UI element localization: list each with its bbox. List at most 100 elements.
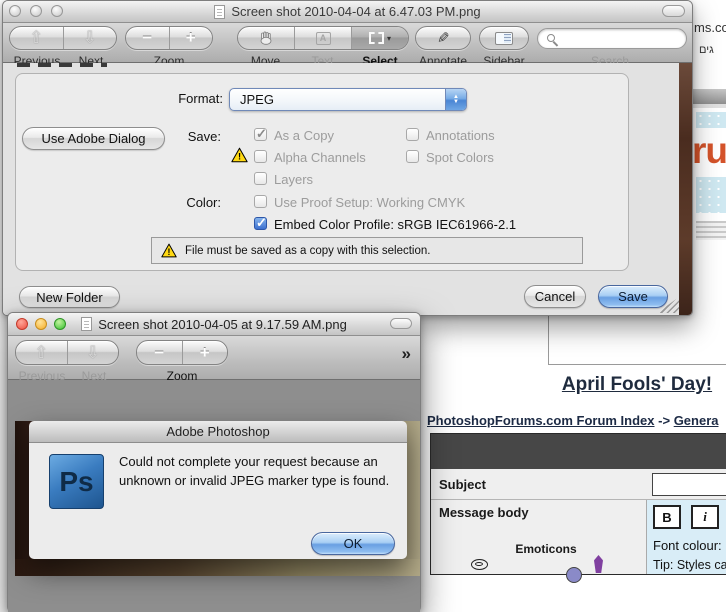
site-logo-fragment: run — [692, 130, 726, 171]
photoshop-error-dialog: Adobe Photoshop Ps Could not complete yo… — [29, 421, 407, 559]
window2-toolbar: ⇧ ⇩ Previous Next − + Zoom » — [8, 336, 420, 383]
minimize-button[interactable] — [30, 5, 42, 17]
window1-titlebar[interactable]: Screen shot 2010-04-04 at 6.47.03 PM.png — [3, 1, 692, 23]
sidebar-button[interactable] — [479, 26, 529, 50]
spot-colors-checkbox[interactable] — [406, 150, 419, 163]
subject-input[interactable] — [652, 473, 726, 496]
bold-button[interactable]: B — [653, 505, 681, 529]
zoom-window-button[interactable] — [54, 318, 66, 330]
alpha-channels-checkbox[interactable] — [254, 150, 267, 163]
embed-color-profile-label: Embed Color Profile: sRGB IEC61966-2.1 — [274, 217, 517, 232]
emoticons-label: Emoticons — [515, 542, 577, 556]
popup-stepper-icon: ▲ ▼ — [445, 89, 466, 110]
message-body-label: Message body — [439, 505, 529, 520]
page-text-fragment — [696, 221, 726, 240]
site-banner-dots-top — [696, 112, 726, 128]
message-body-row: Message body Emoticons B i Font colour: … — [431, 500, 726, 583]
window1-content: Format: JPEG ▲ ▼ Use Adobe Dialog Save: ✓… — [3, 63, 692, 315]
close-button[interactable] — [16, 318, 28, 330]
svg-text:!: ! — [238, 152, 241, 162]
document-icon — [214, 4, 226, 19]
layers-checkbox[interactable] — [254, 172, 267, 185]
format-popup[interactable]: JPEG ▲ ▼ — [229, 88, 467, 111]
zoom-in-icon: + — [185, 28, 196, 47]
italic-button[interactable]: i — [691, 505, 719, 529]
subject-label: Subject — [439, 477, 486, 492]
cancel-button[interactable]: Cancel — [524, 285, 586, 308]
photoshop-app-icon: Ps — [49, 454, 104, 509]
alpha-warning-icon: ! — [231, 147, 248, 163]
annotate-pencil-icon: ✎ — [436, 30, 450, 47]
breadcrumb: PhotoshopForums.com Forum Index -> Gener… — [427, 413, 719, 428]
layers-label: Layers — [274, 172, 314, 187]
zoom-out-button[interactable]: − — [126, 27, 169, 49]
save-section-label: Save: — [187, 129, 221, 144]
window2-titlebar[interactable]: Screen shot 2010-04-05 at 9.17.59 AM.png — [8, 313, 420, 336]
zoom-out-icon: − — [142, 28, 153, 47]
next-button[interactable]: ⇩ — [62, 27, 117, 49]
minimize-button[interactable] — [35, 318, 47, 330]
site-banner-dots-bottom — [696, 177, 726, 213]
emoticon-sprite-icon[interactable] — [594, 555, 603, 573]
select-caret-icon: ▾ — [386, 33, 391, 43]
document-icon — [81, 317, 93, 331]
browser-toolbar-fragment — [693, 89, 726, 104]
annotations-checkbox[interactable] — [406, 128, 419, 141]
check-icon: ✓ — [256, 126, 267, 141]
preview-window-1: Screen shot 2010-04-04 at 6.47.03 PM.png… — [2, 0, 693, 316]
use-proof-setup-label: Use Proof Setup: Working CMYK — [274, 195, 466, 210]
zoom-in-button[interactable]: + — [168, 27, 213, 49]
breadcrumb-section-link[interactable]: Genera — [674, 413, 719, 428]
close-button[interactable] — [9, 5, 21, 17]
sidebar-icon — [495, 31, 513, 45]
emoticon-grin-icon[interactable] — [471, 559, 488, 570]
check-icon: ✓ — [256, 215, 267, 230]
text-tool-icon: A — [315, 31, 331, 45]
bookmark-bar-item[interactable]: גים — [699, 44, 714, 56]
embed-color-profile-checkbox[interactable]: ✓ — [254, 215, 267, 230]
select-tool-button[interactable]: ▾ — [351, 27, 408, 49]
window1-title: Screen shot 2010-04-04 at 6.47.03 PM.png — [231, 4, 481, 19]
zoom-window-button[interactable] — [51, 5, 63, 17]
text-tool-button[interactable]: A — [294, 27, 351, 49]
next-arrow-icon: ⇩ — [85, 342, 100, 362]
alpha-channels-label: Alpha Channels — [274, 150, 366, 165]
error-dialog-titlebar: Adobe Photoshop — [29, 421, 407, 443]
previous-arrow-icon: ⇧ — [29, 28, 44, 47]
zoom-out-button[interactable]: − — [137, 341, 182, 364]
previous-arrow-icon: ⇧ — [34, 342, 49, 362]
zoom-in-button[interactable]: + — [181, 341, 228, 364]
color-section-label: Color: — [186, 195, 221, 210]
annotate-button[interactable]: ✎ — [415, 26, 471, 50]
next-button[interactable]: ⇩ — [66, 341, 119, 364]
error-message: Could not complete your request because … — [119, 454, 390, 488]
previous-button[interactable]: ⇧ — [16, 341, 67, 364]
warning-icon: ! — [161, 243, 177, 258]
as-a-copy-checkbox[interactable]: ✓ — [254, 126, 267, 141]
error-dialog-body: Ps Could not complete your request becau… — [29, 443, 407, 559]
page-heading: April Fools' Day! — [561, 374, 713, 395]
zoom-out-icon: − — [154, 342, 165, 362]
search-input[interactable] — [537, 28, 687, 49]
toolbar-toggle-button[interactable] — [662, 5, 685, 17]
window2-content: Adobe Photoshop Ps Could not complete yo… — [8, 380, 420, 612]
browser-toolbar-edge — [693, 104, 726, 108]
forum-table-header — [431, 434, 726, 469]
emoticon-face-icon[interactable] — [566, 567, 582, 583]
breadcrumb-forum-index-link[interactable]: PhotoshopForums.com Forum Index — [427, 413, 655, 428]
new-folder-button[interactable]: New Folder — [19, 286, 120, 308]
toolbar-toggle-button[interactable] — [390, 318, 412, 329]
hand-icon — [260, 31, 272, 45]
screenshot-brown-edge — [679, 63, 692, 315]
previous-button[interactable]: ⇧ — [10, 27, 63, 49]
format-label: Format: — [178, 91, 223, 106]
move-tool-button[interactable] — [238, 27, 294, 49]
more-tools-button[interactable]: » — [402, 344, 411, 364]
use-proof-setup-checkbox[interactable] — [254, 195, 267, 208]
forum-post-table: Subject Message body Emoticons B i Font … — [430, 433, 726, 583]
browser-clipped-title: ms.co — [694, 20, 726, 35]
ok-button[interactable]: OK — [311, 532, 395, 555]
save-button[interactable]: Save — [598, 285, 668, 308]
format-value: JPEG — [240, 92, 274, 107]
select-marquee-icon — [368, 32, 384, 44]
